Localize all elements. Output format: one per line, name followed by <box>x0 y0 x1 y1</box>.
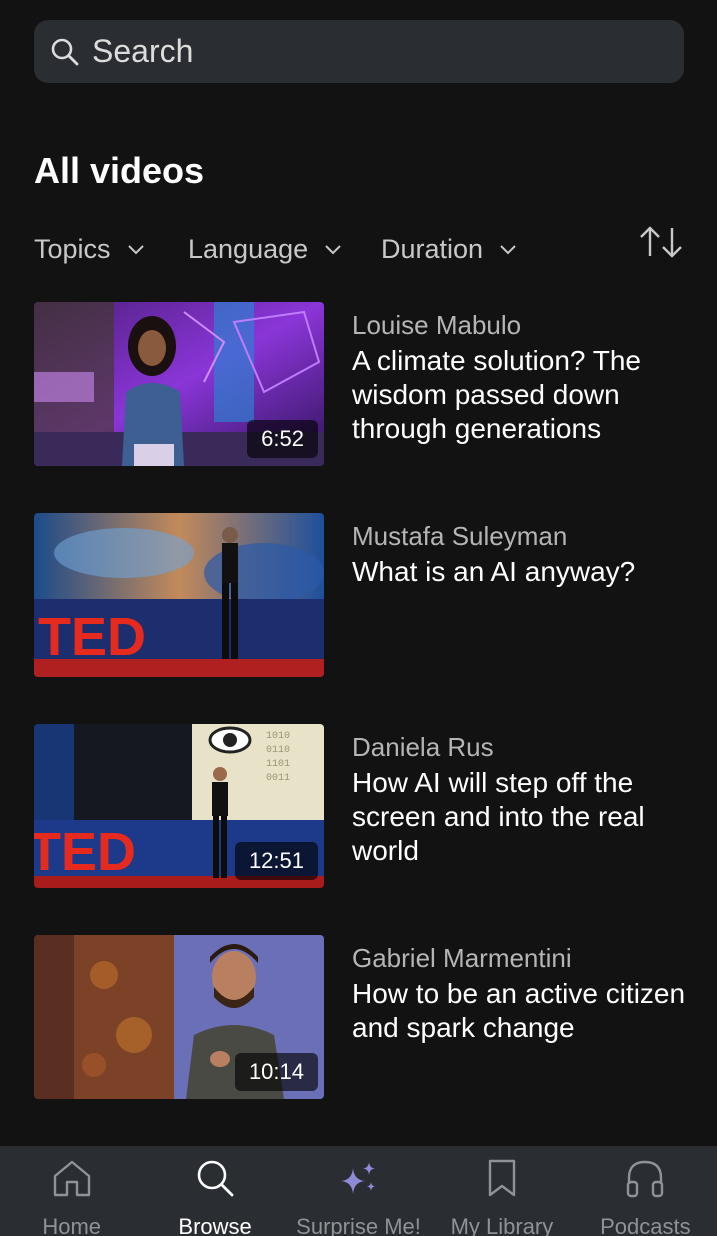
search-input[interactable] <box>92 33 652 70</box>
video-thumbnail[interactable]: 10:14 <box>34 935 324 1099</box>
bookmark-icon <box>482 1158 522 1198</box>
video-title[interactable]: How AI will step off the screen and into… <box>352 766 692 868</box>
svg-text:0110: 0110 <box>266 745 290 756</box>
chevron-down-icon <box>325 245 341 255</box>
video-meta: Gabriel Marmentini How to be an active c… <box>352 943 692 1045</box>
video-speaker: Daniela Rus <box>352 732 494 762</box>
video-meta: Mustafa Suleyman What is an AI anyway? <box>352 521 692 589</box>
video-item[interactable]: TED Mustafa Suleyman What is an AI anywa… <box>34 513 694 677</box>
topics-filter-label: Topics <box>34 233 111 264</box>
video-thumbnail[interactable]: TED <box>34 513 324 677</box>
nav-label: My Library <box>450 1214 554 1236</box>
topics-filter[interactable]: Topics <box>34 224 145 274</box>
sort-arrows-icon <box>640 226 682 258</box>
nav-label: Surprise Me! <box>296 1214 421 1236</box>
language-filter-label: Language <box>188 233 309 264</box>
svg-text:TED: TED <box>38 607 146 667</box>
chevron-down-icon <box>127 245 144 255</box>
svg-text:1101: 1101 <box>266 759 290 770</box>
nav-label: Home <box>42 1214 102 1236</box>
video-item[interactable]: 6:52 Louise Mabulo A climate solution? T… <box>34 302 694 466</box>
video-thumbnail[interactable]: 6:52 <box>34 302 324 466</box>
nav-label: Browse <box>178 1214 252 1236</box>
nav-surprise-me[interactable]: Surprise Me! <box>287 1146 430 1236</box>
video-item[interactable]: 1010 0110 1101 0011 TED 12:51 Daniela Ru… <box>34 724 694 888</box>
bottom-nav: Home Browse Surprise Me! My Library Podc… <box>0 1146 717 1236</box>
video-meta: Louise Mabulo A climate solution? The wi… <box>352 310 692 446</box>
search-bar[interactable] <box>34 20 684 83</box>
video-title[interactable]: A climate solution? The wisdom passed do… <box>352 344 692 446</box>
nav-my-library[interactable]: My Library <box>430 1146 573 1236</box>
video-duration: 10:14 <box>234 1053 318 1091</box>
search-icon <box>50 37 80 67</box>
video-duration: 12:51 <box>234 842 318 880</box>
nav-browse[interactable]: Browse <box>143 1146 286 1236</box>
video-speaker: Louise Mabulo <box>352 310 522 340</box>
svg-text:TED: TED <box>34 822 136 882</box>
sort-button[interactable] <box>637 222 685 262</box>
duration-filter[interactable]: Duration <box>381 224 517 274</box>
video-speaker: Gabriel Marmentini <box>352 943 572 973</box>
home-icon <box>52 1158 92 1198</box>
language-filter[interactable]: Language <box>188 224 342 274</box>
filter-bar: Topics Language Duration <box>34 224 685 274</box>
nav-label: Podcasts <box>600 1214 691 1236</box>
video-speaker: Mustafa Suleyman <box>352 521 568 551</box>
nav-podcasts[interactable]: Podcasts <box>574 1146 717 1236</box>
page-title: All videos <box>34 150 205 191</box>
sparkle-icon <box>339 1158 379 1198</box>
video-title[interactable]: What is an AI anyway? <box>352 555 692 589</box>
video-meta: Daniela Rus How AI will step off the scr… <box>352 732 692 868</box>
video-duration: 6:52 <box>247 420 318 458</box>
svg-text:0011: 0011 <box>266 773 290 784</box>
video-item[interactable]: 10:14 Gabriel Marmentini How to be an ac… <box>34 935 694 1099</box>
chevron-down-icon <box>500 245 516 255</box>
video-thumbnail[interactable]: 1010 0110 1101 0011 TED 12:51 <box>34 724 324 888</box>
browse-screen: All videos Topics Language Duration <box>0 0 717 1236</box>
search-icon <box>195 1158 235 1198</box>
duration-filter-label: Duration <box>381 233 484 264</box>
svg-text:1010: 1010 <box>266 731 290 742</box>
headphones-icon <box>625 1158 665 1198</box>
video-title[interactable]: How to be an active citizen and spark ch… <box>352 977 692 1045</box>
nav-home[interactable]: Home <box>0 1146 143 1236</box>
